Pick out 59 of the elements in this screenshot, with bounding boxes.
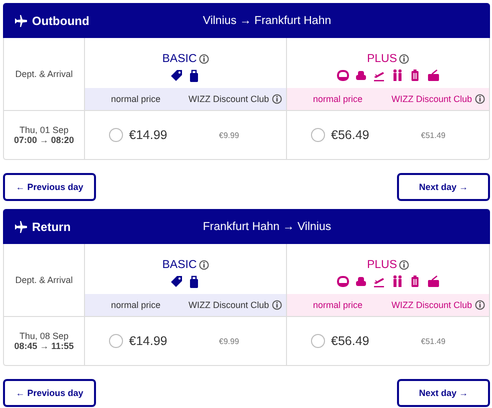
flight-times: 07:00 → 08:20 [14,135,74,145]
column-label: normal price [313,300,363,310]
suitcase-icon [408,275,422,288]
fare-name: BASIC [162,53,197,65]
info-icon [475,94,485,104]
info-icon [272,94,282,104]
radio-button[interactable] [311,128,325,142]
flight-times: 08:45 → 11:55 [14,341,74,351]
bag-icon [188,69,201,82]
column-label: normal price [313,94,363,104]
section-title: Return [32,220,71,234]
armchair-icon [354,275,368,288]
info-icon [475,300,485,310]
flight-date: Thu, 08 Sep [19,331,69,341]
tag-icon [170,275,183,288]
column-label: Dept. & Arrival [15,69,73,79]
column-label: WIZZ Discount Club [188,94,269,104]
column-label: WIZZ Discount Club [391,94,472,104]
plane-icon [15,220,27,232]
column-label: WIZZ Discount Club [391,300,472,310]
radio-button[interactable] [109,334,123,348]
previous-day-button[interactable]: ← Previous day [3,379,96,407]
info-icon [399,260,410,270]
fare-price: €56.49 [331,334,370,348]
fare-price: €14.99 [129,128,168,142]
column-label: Dept. & Arrival [15,275,73,285]
suitcase-icon [408,69,422,82]
section-title: Outbound [32,14,90,28]
column-label: normal price [111,300,161,310]
armchair-icon [354,69,368,82]
column-label: normal price [111,94,161,104]
info-icon [198,54,209,64]
bag-icon [188,275,201,288]
club-price: €51.49 [421,130,446,140]
plane-takeoff-icon [372,275,386,288]
info-icon [272,300,282,310]
route-title: Frankfurt Hahn → Vilnius [202,220,332,232]
fare-price: €56.49 [331,128,370,142]
fare-name: BASIC [162,259,197,271]
flight-date: Thu, 01 Sep [19,125,69,135]
info-icon [198,260,209,270]
bag-icon [426,69,440,82]
club-price: €51.49 [421,336,446,346]
next-day-button[interactable]: Next day → [397,173,490,201]
plane-takeoff-icon [372,69,386,82]
next-day-button[interactable]: Next day → [397,379,490,407]
column-label: WIZZ Discount Club [188,300,269,310]
radio-button[interactable] [311,334,325,348]
club-price: €9.99 [219,130,240,140]
bag-icon [426,275,440,288]
fare-name: PLUS [366,53,398,65]
info-icon [399,54,410,64]
tag-icon [170,69,183,82]
plane-icon [15,14,27,26]
fare-name: PLUS [366,259,398,271]
club-price: €9.99 [219,336,240,346]
radio-button[interactable] [109,128,123,142]
fare-price: €14.99 [129,334,168,348]
previous-day-button[interactable]: ← Previous day [3,173,96,201]
